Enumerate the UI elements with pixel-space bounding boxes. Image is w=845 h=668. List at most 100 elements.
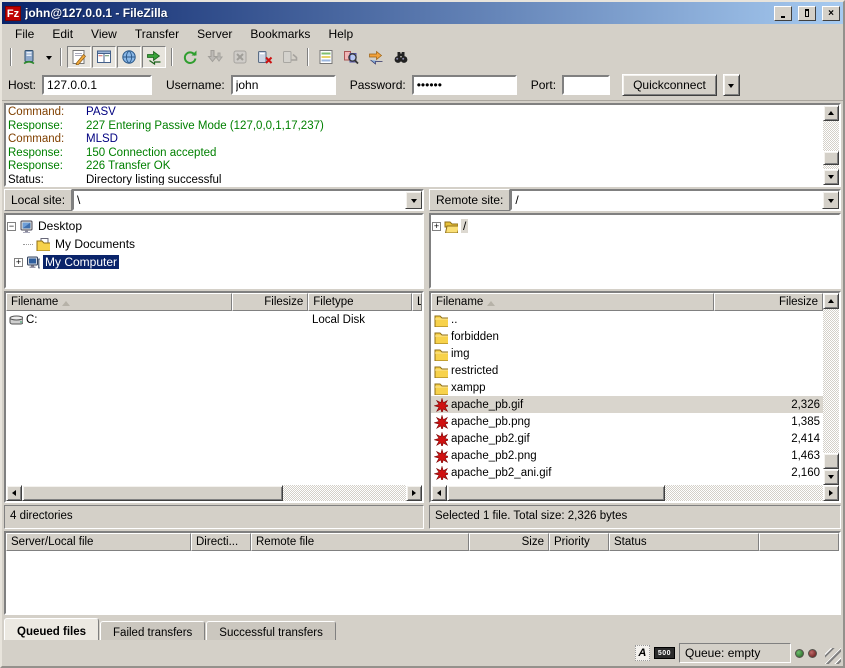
column-header-filetype[interactable]: Filetype: [308, 293, 412, 311]
arrow-down-icon: [828, 475, 834, 482]
maximize-button[interactable]: [798, 6, 816, 21]
scrollbar-thumb[interactable]: [22, 485, 283, 501]
tree-item-my-computer[interactable]: + My Computer: [7, 253, 421, 271]
close-button[interactable]: ×: [822, 6, 840, 21]
open-folder-icon: [444, 219, 458, 233]
toggle-remote-tree-button[interactable]: [117, 46, 141, 68]
column-header-remote-file[interactable]: Remote file: [251, 533, 469, 551]
tab-queued-files[interactable]: Queued files: [4, 618, 99, 640]
remote-file-row[interactable]: ..: [431, 311, 823, 328]
image-file-icon: [434, 466, 448, 480]
local-site-combo[interactable]: \: [72, 189, 424, 211]
column-header-priority[interactable]: Priority: [549, 533, 609, 551]
directory-listing-filters-button[interactable]: [314, 46, 338, 68]
transfer-type-indicator-icon[interactable]: A: [635, 645, 650, 661]
disconnect-button[interactable]: [253, 46, 277, 68]
toggle-transfer-queue-button[interactable]: [142, 46, 166, 68]
local-site-value[interactable]: \: [74, 191, 405, 209]
resize-grip[interactable]: [825, 648, 841, 664]
column-header-status[interactable]: Status: [609, 533, 759, 551]
close-icon: ×: [828, 8, 834, 19]
column-header-server-local-file[interactable]: Server/Local file: [6, 533, 191, 551]
remote-vertical-scrollbar[interactable]: [823, 293, 839, 485]
find-files-button[interactable]: [389, 46, 413, 68]
menu-view[interactable]: View: [82, 25, 126, 43]
scroll-down-button[interactable]: [823, 169, 839, 185]
scroll-right-button[interactable]: [823, 485, 839, 501]
local-site-dropdown-button[interactable]: [405, 191, 422, 209]
remote-file-row-selected[interactable]: apache_pb.gif 2,326: [431, 396, 823, 413]
remote-horizontal-scrollbar[interactable]: [431, 485, 839, 501]
remote-file-row[interactable]: img: [431, 345, 823, 362]
column-header-size[interactable]: Size: [469, 533, 549, 551]
menu-server[interactable]: Server: [188, 25, 241, 43]
scroll-left-button[interactable]: [6, 485, 22, 501]
expand-icon[interactable]: +: [432, 222, 441, 231]
column-header-filesize[interactable]: Filesize: [714, 293, 823, 311]
menu-file[interactable]: File: [6, 25, 43, 43]
site-manager-dropdown-button[interactable]: [42, 46, 55, 68]
image-file-icon: [434, 432, 448, 446]
menu-help[interactable]: Help: [319, 25, 362, 43]
scrollbar-thumb[interactable]: [823, 151, 839, 165]
remote-file-row[interactable]: forbidden: [431, 328, 823, 345]
quickconnect-dropdown-button[interactable]: [723, 74, 740, 96]
log-line: Response:227 Entering Passive Mode (127,…: [8, 120, 821, 134]
reconnect-icon: [282, 49, 298, 65]
arrow-down-icon: [828, 175, 834, 182]
log-scrollbar[interactable]: [823, 105, 839, 185]
expand-icon[interactable]: +: [14, 258, 23, 267]
message-log-icon: [71, 49, 87, 65]
remote-file-row[interactable]: apache_pb2.gif 2,414: [431, 430, 823, 447]
tab-successful-transfers[interactable]: Successful transfers: [206, 621, 336, 640]
column-header-filename[interactable]: Filename: [6, 293, 232, 311]
toolbar-separator: [307, 48, 309, 66]
scroll-right-button[interactable]: [406, 485, 422, 501]
remote-site-combo[interactable]: /: [510, 189, 841, 211]
remote-site-dropdown-button[interactable]: [822, 191, 839, 209]
column-header-filesize[interactable]: Filesize: [232, 293, 308, 311]
username-input[interactable]: [231, 75, 336, 95]
password-input[interactable]: [412, 75, 517, 95]
toggle-message-log-button[interactable]: [67, 46, 91, 68]
column-header-last-modified[interactable]: L: [412, 293, 422, 311]
chevron-down-icon: [728, 84, 734, 91]
tree-item-desktop[interactable]: − Desktop: [7, 217, 421, 235]
remote-site-value[interactable]: /: [512, 191, 822, 209]
menu-bookmarks[interactable]: Bookmarks: [241, 25, 319, 43]
synchronized-browsing-button[interactable]: [364, 46, 388, 68]
remote-file-row[interactable]: apache_pb.png 1,385: [431, 413, 823, 430]
column-header-blank: [759, 533, 839, 551]
remote-file-row[interactable]: apache_pb2.png 1,463: [431, 447, 823, 464]
scrollbar-thumb[interactable]: [823, 453, 839, 469]
maximize-icon: [805, 9, 809, 17]
remote-file-row[interactable]: restricted: [431, 362, 823, 379]
quickconnect-button[interactable]: Quickconnect: [622, 74, 717, 96]
tab-failed-transfers[interactable]: Failed transfers: [100, 621, 205, 640]
scroll-down-button[interactable]: [823, 469, 839, 485]
scroll-up-button[interactable]: [823, 105, 839, 121]
local-file-row[interactable]: C: Local Disk: [6, 311, 422, 328]
refresh-button[interactable]: [178, 46, 202, 68]
menu-edit[interactable]: Edit: [43, 25, 82, 43]
site-manager-button[interactable]: [17, 46, 41, 68]
local-horizontal-scrollbar[interactable]: [6, 485, 422, 501]
tree-item-my-documents[interactable]: My Documents: [7, 235, 421, 253]
title-bar[interactable]: Fz john@127.0.0.1 - FileZilla ×: [2, 2, 843, 24]
tree-item-root[interactable]: + /: [432, 217, 838, 235]
port-input[interactable]: [562, 75, 610, 95]
scrollbar-thumb[interactable]: [447, 485, 665, 501]
directory-comparison-button[interactable]: [339, 46, 363, 68]
minimize-button[interactable]: [774, 6, 792, 21]
menu-transfer[interactable]: Transfer: [126, 25, 188, 43]
remote-file-row[interactable]: apache_pb2_ani.gif 2,160: [431, 464, 823, 481]
scroll-up-button[interactable]: [823, 293, 839, 309]
collapse-icon[interactable]: −: [7, 222, 16, 231]
host-input[interactable]: [42, 75, 152, 95]
remote-file-row[interactable]: xampp: [431, 379, 823, 396]
speed-limits-icon[interactable]: 500: [654, 647, 675, 659]
scroll-left-button[interactable]: [431, 485, 447, 501]
toggle-local-tree-button[interactable]: [92, 46, 116, 68]
column-header-filename[interactable]: Filename: [431, 293, 714, 311]
column-header-direction[interactable]: Directi...: [191, 533, 251, 551]
